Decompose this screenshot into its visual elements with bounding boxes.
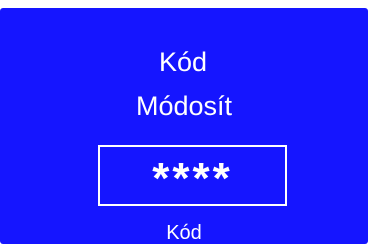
- code-label: Kód: [166, 222, 202, 244]
- screen-title-line-1: Kód: [158, 47, 208, 77]
- screen-title-line-2: Módosít: [135, 91, 233, 121]
- masked-code-value: ****: [152, 154, 233, 203]
- code-change-screen: Kód Módosít **** Kód: [0, 8, 368, 244]
- code-entry-field[interactable]: ****: [98, 145, 287, 206]
